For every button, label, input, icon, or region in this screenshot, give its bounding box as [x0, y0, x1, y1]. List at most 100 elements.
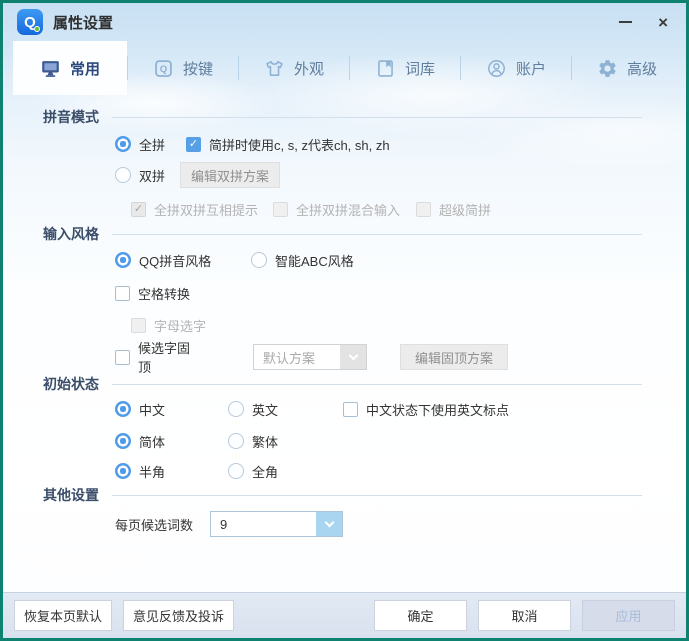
- checkbox-label: 空格转换: [138, 284, 190, 303]
- svg-text:Q: Q: [160, 64, 168, 75]
- tab-appearance[interactable]: 外观: [239, 41, 349, 95]
- section-title: 初始状态: [43, 374, 99, 394]
- radio-unselected-icon: [228, 463, 244, 479]
- dropdown-value: 9: [211, 517, 316, 532]
- footer-bar: 恢复本页默认 意见反馈及投诉 确定 取消 应用: [3, 592, 686, 638]
- radio-english[interactable]: 英文: [228, 400, 343, 419]
- settings-content: 拼音模式 全拼 ✓ 简拼时使用c, s, z代表ch, sh, zh 双拼 编辑…: [3, 95, 686, 592]
- radio-unselected-icon: [228, 433, 244, 449]
- close-button[interactable]: ×: [658, 14, 668, 31]
- book-icon: [375, 58, 396, 79]
- user-icon: [486, 58, 507, 79]
- row-shuangpin-suboptions: ✓ 全拼双拼互相提示 全拼双拼混合输入 超级简拼: [3, 200, 686, 218]
- section-divider: [112, 495, 642, 496]
- radio-label: 中文: [139, 400, 165, 419]
- radio-simplified[interactable]: 简体: [115, 432, 228, 451]
- feedback-button[interactable]: 意见反馈及投诉: [123, 600, 234, 631]
- checkbox-disabled-unchecked-icon: [273, 202, 288, 217]
- window-controls: ×: [619, 14, 672, 31]
- row-letter-select: 字母选字: [3, 316, 686, 334]
- row-candidates-per-page: 每页候选词数 9: [3, 511, 686, 537]
- candidates-per-page-dropdown[interactable]: 9: [210, 511, 343, 537]
- checkbox-checked-icon: ✓: [186, 137, 201, 152]
- tab-advanced[interactable]: 高级: [572, 41, 682, 95]
- radio-unselected-icon: [251, 252, 267, 268]
- cancel-button[interactable]: 取消: [478, 600, 571, 631]
- radio-abc-style[interactable]: 智能ABC风格: [251, 251, 354, 270]
- tab-label: 高级: [627, 58, 657, 79]
- radio-label: QQ拼音风格: [139, 251, 211, 270]
- radio-full-width[interactable]: 全角: [228, 462, 278, 481]
- radio-selected-icon: [115, 433, 131, 449]
- checkbox-label: 中文状态下使用英文标点: [366, 400, 509, 419]
- title-bar: Q 属性设置 ×: [3, 3, 686, 41]
- radio-quanpin[interactable]: 全拼: [115, 135, 186, 154]
- checkbox-mixed-input: 全拼双拼混合输入: [273, 200, 416, 219]
- section-other-settings: 其他设置: [43, 487, 642, 503]
- row-width: 半角 全角: [3, 461, 686, 481]
- radio-selected-icon: [115, 463, 131, 479]
- radio-label: 繁体: [252, 432, 278, 451]
- checkbox-unchecked-icon: [115, 286, 130, 301]
- monitor-icon: [40, 58, 61, 79]
- checkbox-label: 字母选字: [154, 316, 206, 335]
- section-title: 输入风格: [43, 224, 99, 244]
- minimize-button[interactable]: [619, 21, 632, 23]
- section-input-style: 输入风格: [43, 226, 642, 242]
- checkbox-label: 全拼双拼混合输入: [296, 200, 400, 219]
- checkbox-label: 候选字固顶: [138, 338, 202, 376]
- checkbox-label: 全拼双拼互相提示: [154, 200, 258, 219]
- tab-bar: 常用 Q 按键 外观 词库 账户: [3, 41, 686, 95]
- tab-label: 常用: [70, 58, 100, 79]
- tab-label: 账户: [516, 58, 546, 79]
- radio-traditional[interactable]: 繁体: [228, 432, 278, 451]
- section-initial-state: 初始状态: [43, 376, 642, 392]
- radio-selected-icon: [115, 252, 131, 268]
- radio-label: 双拼: [139, 166, 165, 185]
- checkbox-unchecked-icon: [115, 350, 130, 365]
- radio-chinese[interactable]: 中文: [115, 400, 228, 419]
- qq-pinyin-logo-icon: Q: [17, 9, 43, 35]
- row-shuangpin: 双拼 编辑双拼方案: [3, 162, 686, 188]
- tab-keys[interactable]: Q 按键: [128, 41, 238, 95]
- radio-selected-icon: [115, 401, 131, 417]
- checkbox-english-punct[interactable]: 中文状态下使用英文标点: [343, 400, 509, 419]
- radio-half-width[interactable]: 半角: [115, 462, 228, 481]
- pin-scheme-dropdown: 默认方案: [253, 344, 367, 370]
- restore-defaults-button[interactable]: 恢复本页默认: [14, 600, 112, 631]
- section-title: 拼音模式: [43, 107, 99, 127]
- radio-qq-style[interactable]: QQ拼音风格: [115, 251, 251, 270]
- edit-shuangpin-button: 编辑双拼方案: [180, 162, 280, 188]
- tab-label: 词库: [405, 58, 435, 79]
- row-language: 中文 英文 中文状态下使用英文标点: [3, 399, 686, 419]
- tab-account[interactable]: 账户: [461, 41, 571, 95]
- radio-label: 半角: [139, 462, 165, 481]
- tab-common[interactable]: 常用: [13, 41, 127, 95]
- checkbox-jianpin-csz[interactable]: ✓ 简拼时使用c, s, z代表ch, sh, zh: [186, 135, 390, 154]
- chevron-down-icon: [316, 512, 342, 536]
- radio-shuangpin[interactable]: 双拼: [115, 166, 180, 185]
- checkbox-letter-select: 字母选字: [131, 316, 206, 335]
- radio-label: 全角: [252, 462, 278, 481]
- logo-green-dot: [34, 26, 40, 32]
- radio-label: 简体: [139, 432, 165, 451]
- checkbox-label: 超级简拼: [439, 200, 491, 219]
- section-pinyin-mode: 拼音模式: [43, 109, 642, 125]
- window-title: 属性设置: [53, 12, 113, 33]
- tab-dictionary[interactable]: 词库: [350, 41, 460, 95]
- row-style: QQ拼音风格 智能ABC风格: [3, 250, 686, 270]
- checkbox-space-convert[interactable]: 空格转换: [115, 284, 190, 303]
- section-divider: [112, 384, 642, 385]
- checkbox-super-jianpin: 超级简拼: [416, 200, 491, 219]
- checkbox-mutual-hint: ✓ 全拼双拼互相提示: [131, 200, 273, 219]
- edit-pin-scheme-button: 编辑固顶方案: [400, 344, 508, 370]
- radio-unselected-icon: [115, 167, 131, 183]
- checkbox-disabled-unchecked-icon: [416, 202, 431, 217]
- footer-right-group: 确定 取消 应用: [374, 600, 675, 631]
- ok-button[interactable]: 确定: [374, 600, 467, 631]
- section-title: 其他设置: [43, 485, 99, 505]
- radio-label: 英文: [252, 400, 278, 419]
- checkbox-disabled-unchecked-icon: [131, 318, 146, 333]
- checkbox-candidate-pin[interactable]: 候选字固顶: [115, 338, 202, 376]
- section-divider: [112, 117, 642, 118]
